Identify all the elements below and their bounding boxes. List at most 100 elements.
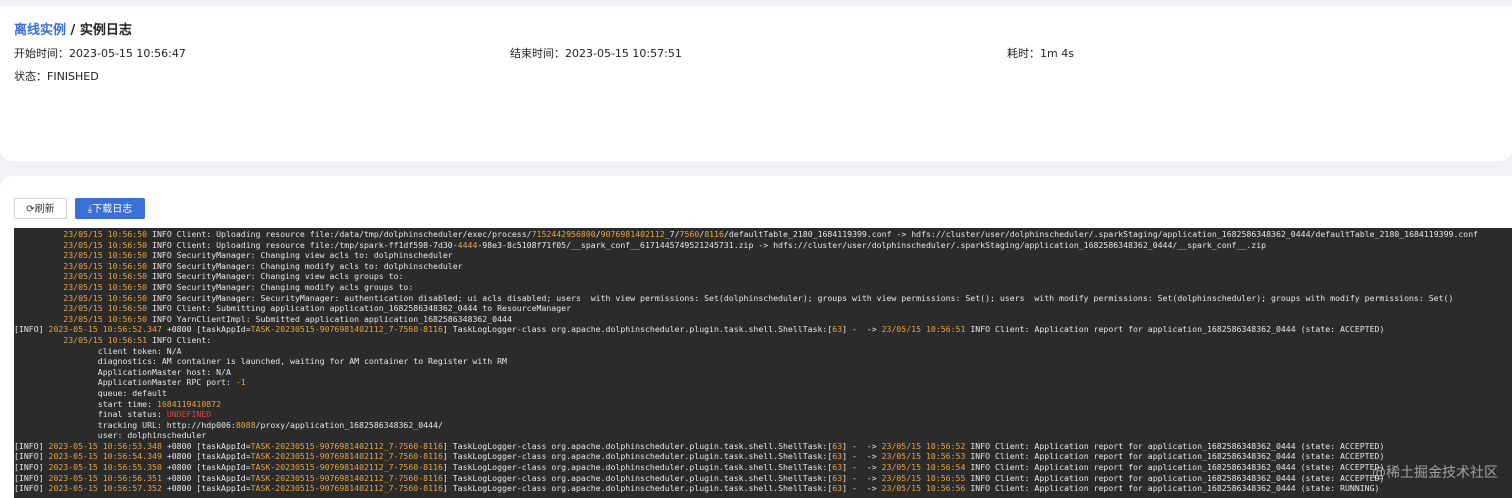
- log-segment: UNDEFINED: [166, 409, 212, 420]
- log-segment: 2023-05-15 10:56:55.350: [48, 462, 162, 473]
- log-segment: ] - ->: [842, 440, 882, 451]
- log-segment: [14, 271, 63, 281]
- log-segment: +0800 [taskAppId=: [161, 440, 251, 451]
- log-segment: 23/05/15 10:56:54: [881, 462, 966, 473]
- log-segment: 23/05/15 10:56:50: [63, 260, 148, 271]
- log-segment: 23/05/15 10:56:53: [881, 451, 966, 462]
- log-segment: queue: default: [14, 387, 167, 398]
- log-line: [INFO] 2023-05-15 10:56:53.348 +0800 [ta…: [14, 441, 1512, 452]
- log-console[interactable]: 23/05/15 10:56:50 INFO Client: Uploading…: [14, 228, 1512, 498]
- log-segment: 8088: [235, 419, 256, 430]
- log-line: 23/05/15 10:56:50 INFO Client: Uploading…: [14, 240, 1512, 251]
- log-segment: 63: [832, 440, 843, 451]
- log-line: [INFO] 2023-05-15 10:56:54.349 +0800 [ta…: [14, 451, 1512, 462]
- end-time-label: 结束时间：: [510, 47, 565, 60]
- log-segment: start time:: [14, 398, 157, 409]
- log-line: 23/05/15 10:56:50 INFO Client: Uploading…: [14, 229, 1512, 240]
- log-segment: INFO SecurityManager: Changing modify ac…: [147, 260, 463, 271]
- log-segment: INFO SecurityManager: Changing view acls…: [147, 271, 404, 282]
- log-segment: ] TaskLogLogger-class org.apache.dolphin…: [442, 440, 833, 451]
- log-segment: +0800 [taskAppId=: [161, 483, 251, 494]
- log-segment: INFO Client: Application report for appl…: [965, 324, 1385, 335]
- log-segment: [14, 335, 63, 345]
- duration: 耗时：1m 4s: [1007, 45, 1074, 61]
- log-line: start time: 1684119410872: [14, 399, 1512, 410]
- log-segment: +0800 [taskAppId=: [161, 462, 251, 473]
- log-segment: diagnostics: AM container is launched, w…: [14, 356, 507, 367]
- log-segment: INFO Client: Application report for appl…: [965, 483, 1380, 494]
- log-segment: INFO Client:: [147, 334, 212, 345]
- log-segment: tracking URL: http://hdp006:: [14, 419, 236, 430]
- log-segment: 23/05/15 10:56:50: [63, 229, 148, 239]
- duration-label: 耗时：: [1007, 47, 1040, 60]
- log-segment: 7560: [679, 229, 700, 239]
- log-segment: ] TaskLogLogger-class org.apache.dolphin…: [442, 462, 833, 473]
- start-time: 开始时间：2023-05-15 10:56:47: [14, 45, 186, 61]
- status-label: 状态：: [14, 70, 47, 83]
- log-line: 23/05/15 10:56:50 INFO SecurityManager: …: [14, 293, 1512, 304]
- log-line: 23/05/15 10:56:50 INFO SecurityManager: …: [14, 250, 1512, 261]
- log-segment: _7/: [664, 229, 680, 239]
- log-segment: 2023-05-15 10:56:57.352: [48, 483, 162, 494]
- log-segment: 23/05/15 10:56:51: [63, 334, 148, 345]
- log-segment: [14, 229, 63, 239]
- log-segment: /proxy/application_1682586348362_0444/: [255, 419, 443, 430]
- log-segment: INFO Client: Application report for appl…: [965, 451, 1385, 462]
- log-line: [INFO] 2023-05-15 10:56:52.347 +0800 [ta…: [14, 324, 1512, 335]
- log-line: ApplicationMaster host: N/A: [14, 367, 1512, 378]
- log-segment: INFO YarnClientImpl: Submitted applicati…: [147, 313, 512, 324]
- log-segment: 8116: [704, 229, 724, 239]
- end-time: 结束时间：2023-05-15 10:57:51: [510, 45, 682, 61]
- log-segment: TASK-20230515-9076981402112_7-7560-8116: [250, 483, 443, 494]
- log-segment: [14, 314, 63, 324]
- log-segment: user: dolphinscheduler: [14, 430, 207, 441]
- log-segment: 23/05/15 10:56:50: [63, 313, 148, 324]
- log-segment: INFO Client: Application report for appl…: [965, 462, 1385, 473]
- log-segment: ] TaskLogLogger-class org.apache.dolphin…: [442, 483, 833, 494]
- breadcrumb-parent-link[interactable]: 离线实例: [14, 23, 66, 38]
- log-segment: ] - ->: [842, 472, 882, 483]
- log-segment: [INFO]: [14, 462, 49, 473]
- log-segment: INFO SecurityManager: Changing modify ac…: [147, 281, 414, 292]
- log-segment: INFO Client: Application report for appl…: [965, 440, 1385, 451]
- log-segment: [INFO]: [14, 451, 49, 462]
- log-segment: 63: [832, 451, 843, 462]
- refresh-button[interactable]: ⟳刷新: [14, 198, 67, 219]
- log-segment: [INFO]: [14, 483, 49, 494]
- log-line: tracking URL: http://hdp006:8088/proxy/a…: [14, 420, 1512, 431]
- log-line: 23/05/15 10:56:50 INFO Client: Submittin…: [14, 303, 1512, 314]
- log-segment: 23/05/15 10:56:50: [63, 281, 148, 292]
- instance-info-card: 离线实例 / 实例日志 开始时间：2023-05-15 10:56:47 结束时…: [0, 6, 1512, 161]
- log-segment: ] - ->: [842, 451, 882, 462]
- breadcrumb-separator: /: [66, 23, 80, 38]
- log-segment: ] TaskLogLogger-class org.apache.dolphin…: [442, 451, 833, 462]
- log-segment: ] TaskLogLogger-class org.apache.dolphin…: [442, 324, 833, 335]
- download-log-button[interactable]: ⤓下载日志: [75, 198, 145, 219]
- log-segment: 23/05/15 10:56:50: [63, 271, 148, 282]
- log-line: 23/05/15 10:56:50 INFO YarnClientImpl: S…: [14, 314, 1512, 325]
- log-line: queue: default: [14, 388, 1512, 399]
- log-segment: 2023-05-15 10:56:54.349: [48, 451, 162, 462]
- log-segment: [14, 261, 63, 271]
- log-segment: [14, 293, 63, 303]
- start-time-value: 2023-05-15 10:56:47: [69, 47, 186, 60]
- log-line: [INFO] 2023-05-15 10:56:57.352 +0800 [ta…: [14, 483, 1512, 494]
- log-segment: ] - ->: [842, 462, 882, 473]
- log-segment: [14, 240, 63, 250]
- log-segment: +0800 [taskAppId=: [161, 451, 251, 462]
- log-segment: -1: [235, 377, 246, 388]
- log-segment: [14, 250, 63, 260]
- log-segment: ] - ->: [842, 324, 882, 335]
- log-segment: INFO Client: Submitting application appl…: [147, 303, 572, 314]
- log-segment: TASK-20230515-9076981402112_7-7560-8116: [250, 451, 443, 462]
- log-segment: 2023-05-15 10:56:56.351: [48, 472, 162, 483]
- log-card: ⟳刷新 ⤓下载日志 23/05/15 10:56:50 INFO Client:…: [0, 176, 1512, 498]
- log-segment: ] - ->: [842, 483, 882, 494]
- status-value: FINISHED: [47, 70, 99, 83]
- log-line: 23/05/15 10:56:51 INFO Client:: [14, 335, 1512, 346]
- log-segment: final status:: [14, 409, 167, 420]
- log-segment: 23/05/15 10:56:50: [63, 292, 148, 303]
- log-segment: TASK-20230515-9076981402112_7-7560-8116: [250, 440, 443, 451]
- log-segment: -98e3-8c5108f71f05/__spark_conf__6171445…: [477, 239, 1267, 250]
- log-line: user: dolphinscheduler: [14, 430, 1512, 441]
